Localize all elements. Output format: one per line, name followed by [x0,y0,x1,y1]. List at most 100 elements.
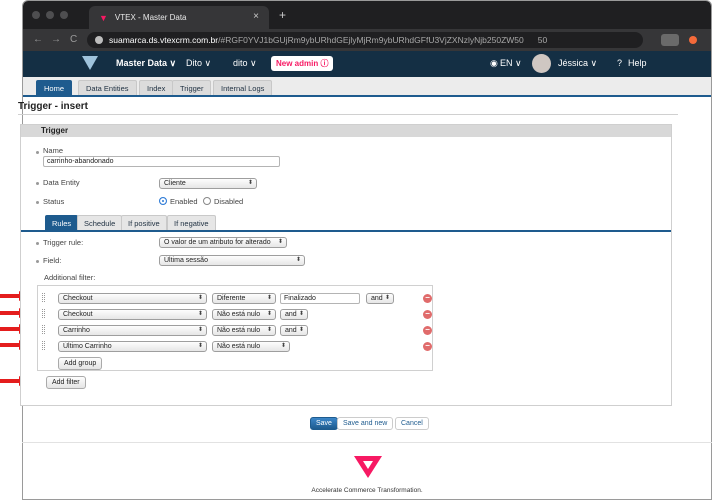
status-disabled-label[interactable]: Disabled [214,197,243,206]
drag-handle-icon[interactable] [42,341,45,350]
help-link[interactable]: Help [628,58,647,68]
trigger-rule-select[interactable]: O valor de um atributo for alterado ⬍ [159,237,287,248]
status-label: Status [43,197,65,206]
entity-menu[interactable]: dito ∨ [233,58,257,69]
additional-filter-label: Additional filter: [44,273,96,282]
filter-conjunction-select[interactable]: and ⬍ [366,293,394,304]
browser-tabbar: ▼ VTEX - Master Data × + [23,1,711,29]
data-entity-value: Cliente [164,180,186,187]
tab-if-positive[interactable]: If positive [121,215,167,230]
avatar[interactable] [532,54,551,73]
page-title: Trigger - insert [18,101,89,112]
new-admin-badge[interactable]: New admin ⓘ [271,56,334,71]
save-button[interactable]: Save [310,417,338,430]
status-enabled-label[interactable]: Enabled [170,197,198,206]
tab-close-icon[interactable]: × [253,11,259,22]
filter-field-select[interactable]: Checkout ⬍ [58,309,207,320]
select-arrow-icon: ⬍ [298,327,304,333]
url-path: /#RGF0YVJ1bGUjRm9ybURhdGEjlyMjRm9ybURhdG… [218,35,524,45]
window-controls[interactable] [32,11,68,19]
extension-icon[interactable] [661,34,679,46]
filter-operator-value: Não está nulo [217,343,261,350]
remove-filter-icon[interactable]: − [423,310,432,319]
select-arrow-icon: ⬍ [384,295,390,301]
status-disabled-radio[interactable] [203,197,211,205]
app-menu[interactable]: Master Data ∨ [116,58,176,69]
field-select[interactable]: Última sessão ⬍ [159,255,305,266]
remove-filter-icon[interactable]: − [423,294,432,303]
tab-rules[interactable]: Rules [45,215,79,230]
url-field[interactable]: suamarca.ds.vtexcrm.com.br /#RGF0YVJ1bGU… [87,32,643,48]
remove-filter-icon[interactable]: − [423,326,432,335]
trigger-rule-label: Trigger rule: [43,238,84,247]
filter-field-value: Checkout [63,311,93,318]
site-info-icon[interactable] [95,36,103,44]
drag-handle-icon[interactable] [42,325,45,334]
filter-conjunction-select[interactable]: and ⬍ [280,325,308,336]
tabs-underline [21,230,671,232]
tab-home[interactable]: Home [36,80,73,95]
save-and-new-button[interactable]: Save and new [337,417,394,430]
store-menu[interactable]: Dito ∨ [186,58,211,69]
cancel-button[interactable]: Cancel [395,417,429,430]
tab-trigger[interactable]: Trigger [172,80,212,95]
filter-conjunction-value: and [371,295,383,302]
profile-indicator-icon[interactable] [689,36,697,44]
filter-operator-select[interactable]: Não está nulo ⬍ [212,325,276,336]
field-value: Última sessão [164,257,208,264]
tab-index[interactable]: Index [139,80,174,95]
user-menu[interactable]: Jéssica ∨ [558,58,597,69]
tab-internal-logs[interactable]: Internal Logs [213,80,273,95]
add-filter-button[interactable]: Add filter [46,376,86,389]
filter-conjunction-select[interactable]: and ⬍ [280,309,308,320]
vtex-logo-icon[interactable] [82,56,98,70]
bullet-icon [36,242,39,245]
reload-icon[interactable]: C [70,34,77,45]
add-group-button[interactable]: Add group [58,357,103,370]
filter-field-select[interactable]: Carrinho ⬍ [58,325,207,336]
drag-handle-icon[interactable] [42,309,45,318]
filter-conjunction-value: and [285,327,297,334]
new-tab-button[interactable]: + [279,8,286,22]
forward-icon[interactable]: → [51,34,61,45]
filter-field-select[interactable]: Último Carrinho ⬍ [58,341,207,352]
name-label: Name [43,146,64,155]
filter-operator-select[interactable]: Diferente ⬍ [212,293,276,304]
footer-tagline: Accelerate Commerce Transformation. [311,487,423,494]
browser-tab[interactable]: ▼ VTEX - Master Data × [89,6,269,29]
select-arrow-icon: ⬍ [247,180,253,186]
select-arrow-icon: ⬍ [266,295,272,301]
language-menu[interactable]: EN ∨ [500,58,522,69]
url-host: suamarca.ds.vtexcrm.com.br [109,35,219,45]
filter-operator-value: Diferente [217,295,246,302]
tab-if-negative[interactable]: If negative [167,215,216,230]
section-nav: Home Data Entities Index Trigger Interna… [23,77,711,97]
filter-value-input[interactable]: Finalizado [280,293,360,304]
additional-filter-box: Checkout ⬍ Diferente ⬍ Finalizado and ⬍ − C… [37,285,433,371]
trigger-panel: Trigger Name carrinho-abandonado Data En… [20,124,672,406]
select-arrow-icon: ⬍ [277,239,283,245]
name-input[interactable]: carrinho-abandonado [43,156,280,167]
filter-operator-select[interactable]: Não está nulo ⬍ [212,309,276,320]
select-arrow-icon: ⬍ [266,327,272,333]
data-entity-select[interactable]: Cliente ⬍ [159,178,257,189]
remove-filter-icon[interactable]: − [423,342,432,351]
select-arrow-icon: ⬍ [298,311,304,317]
tab-data-entities[interactable]: Data Entities [78,80,137,95]
panel-title: Trigger [21,125,671,137]
filter-operator-select[interactable]: Não está nulo ⬍ [212,341,290,352]
bullet-icon [36,151,39,154]
back-icon[interactable]: ← [33,34,43,45]
divider [18,114,678,115]
bullet-icon [36,201,39,204]
drag-handle-icon[interactable] [42,293,45,302]
filter-field-select[interactable]: Checkout ⬍ [58,293,207,304]
select-arrow-icon: ⬍ [197,311,203,317]
select-arrow-icon: ⬍ [295,257,301,263]
tab-schedule[interactable]: Schedule [77,215,123,230]
url-extra: 50 [537,35,548,45]
select-arrow-icon: ⬍ [197,343,203,349]
status-enabled-radio[interactable] [159,197,167,205]
filter-operator-value: Não está nulo [217,311,261,318]
data-entity-label: Data Entity [43,178,80,187]
